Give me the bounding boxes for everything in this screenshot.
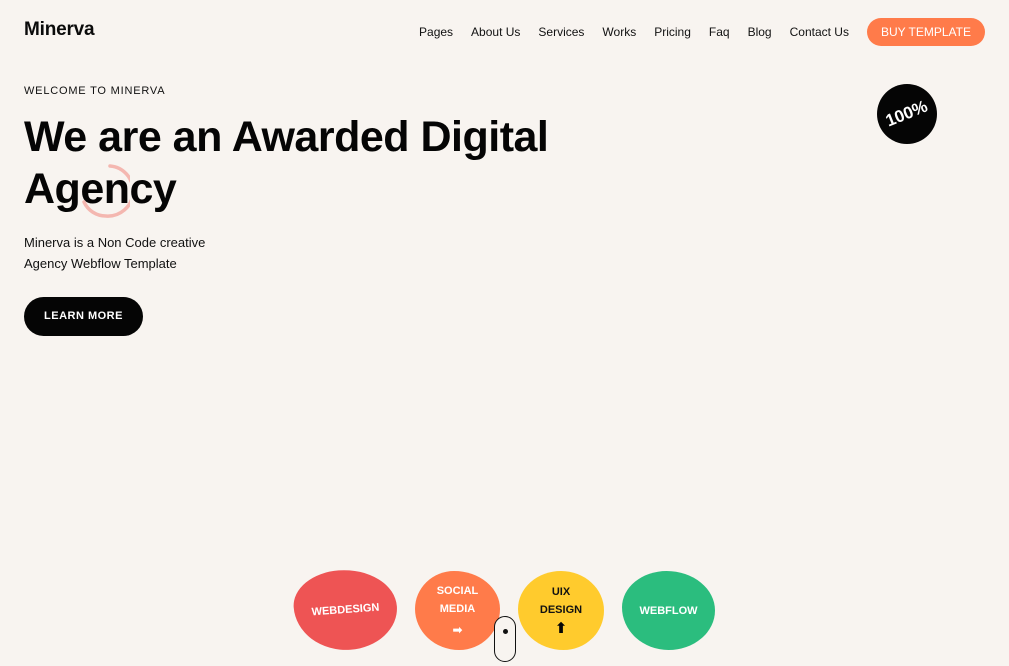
uix-design-label-line-1: UIX	[551, 586, 571, 598]
logo[interactable]: Minerva	[24, 19, 95, 41]
buy-template-button[interactable]: BUY TEMPLATE	[866, 18, 985, 46]
webflow-blob[interactable]: WEBFLOW	[622, 571, 715, 650]
nav-item-pages[interactable]: Pages	[419, 25, 453, 39]
social-media-label-line-1: SOCIAL	[436, 585, 479, 597]
percent-badge: 100%	[877, 84, 937, 144]
scroll-wheel-dot	[502, 629, 508, 634]
social-media-label-line-2: MEDIA	[439, 603, 476, 615]
nav-item-about-us[interactable]: About Us	[471, 25, 520, 39]
nav-item-works[interactable]: Works	[602, 25, 636, 39]
arrow-right-icon: ➡	[452, 623, 463, 637]
uix-design-blob[interactable]: UIX DESIGN ⬆	[518, 571, 604, 650]
nav-item-pricing[interactable]: Pricing	[654, 25, 691, 39]
webdesign-blob[interactable]: WEBDESIGN	[291, 566, 400, 654]
percent-badge-text: 100%	[883, 96, 931, 131]
hero-description-line-2: Agency Webflow Template	[24, 256, 177, 271]
hero-title-line-1: We are an Awarded Digital	[24, 113, 549, 161]
main-nav: Pages About Us Services Works Pricing Fa…	[419, 18, 985, 46]
loading-spinner-icon	[82, 164, 130, 218]
learn-more-button[interactable]: LEARN MORE	[24, 297, 143, 336]
hero-description: Minerva is a Non Code creative Agency We…	[24, 232, 254, 274]
page: Minerva Pages About Us Services Works Pr…	[0, 0, 1009, 666]
webflow-label: WEBFLOW	[639, 604, 698, 617]
nav-item-faq[interactable]: Faq	[709, 25, 730, 39]
nav-item-blog[interactable]: Blog	[748, 25, 772, 39]
arrow-up-icon: ⬆	[554, 620, 568, 637]
nav-item-contact-us[interactable]: Contact Us	[790, 25, 849, 39]
scroll-mouse-icon[interactable]	[494, 616, 516, 662]
webdesign-label: WEBDESIGN	[311, 601, 380, 619]
nav-item-services[interactable]: Services	[538, 25, 584, 39]
hero-eyebrow: WELCOME TO MINERVA	[24, 85, 166, 97]
uix-design-label-line-2: DESIGN	[539, 604, 583, 616]
social-media-blob[interactable]: SOCIAL MEDIA ➡	[415, 571, 500, 650]
hero-description-line-1: Minerva is a Non Code creative	[24, 235, 206, 250]
